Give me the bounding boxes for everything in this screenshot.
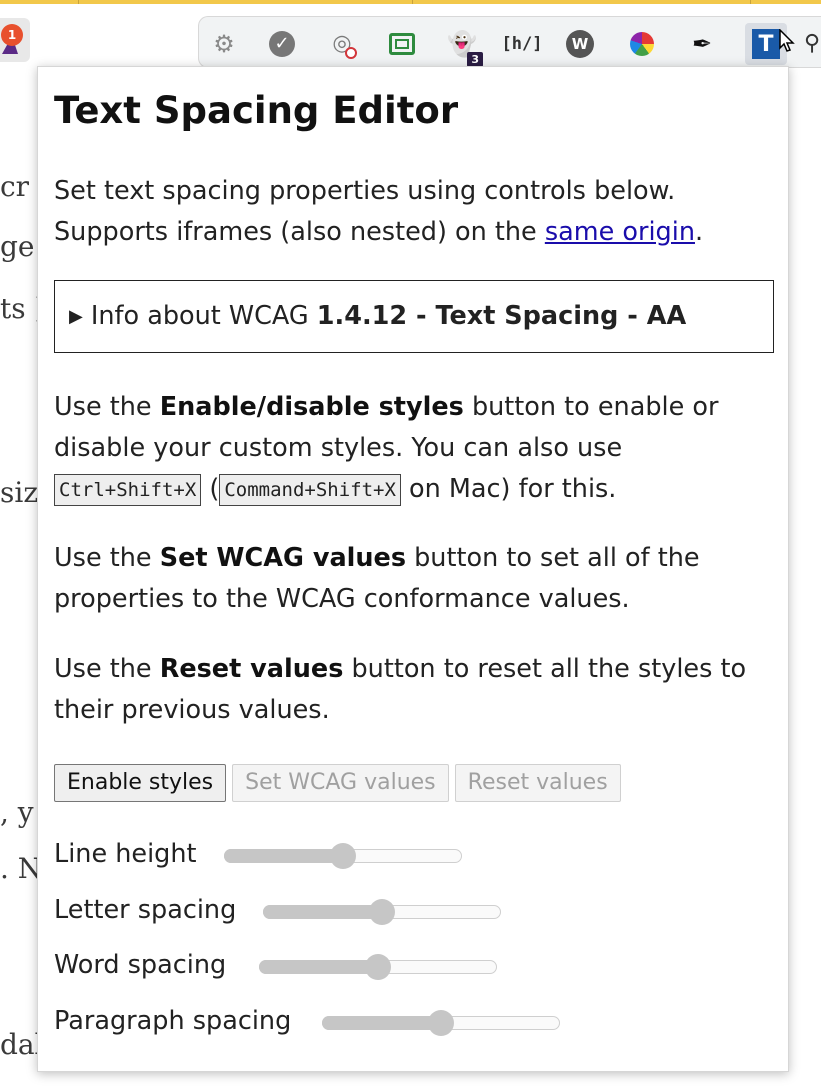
background-text: . N xyxy=(0,852,43,885)
background-text: cr xyxy=(0,170,30,203)
bold-text: Set WCAG values xyxy=(159,543,407,573)
line-height-row: Line height xyxy=(54,834,462,874)
gear-icon[interactable]: ⚙ xyxy=(209,29,239,59)
hypothesis-icon[interactable]: [h/] xyxy=(502,29,543,59)
slider-thumb[interactable] xyxy=(365,954,391,980)
eyedropper-icon[interactable]: ✒ xyxy=(687,29,717,59)
frame-icon[interactable] xyxy=(387,29,417,59)
letter-spacing-slider[interactable] xyxy=(263,899,501,925)
line-height-label: Line height xyxy=(54,839,197,869)
intro-text: Set text spacing properties using contro… xyxy=(54,171,774,253)
intro-period: . xyxy=(694,217,704,247)
shortcut-key-windows: Ctrl+Shift+X xyxy=(54,474,202,506)
tab-divider xyxy=(750,0,751,4)
bold-text: Enable/disable styles xyxy=(159,392,464,422)
details-summary-bold: 1.4.12 - Text Spacing - AA xyxy=(316,301,687,331)
wcag-instructions: Use the Set WCAG values button to set al… xyxy=(54,538,774,620)
extension-button-left[interactable]: 1 xyxy=(0,18,30,62)
notification-badge: 1 xyxy=(1,24,23,46)
text: Use the xyxy=(54,543,160,573)
same-origin-link[interactable]: same origin xyxy=(545,217,695,247)
text: ( xyxy=(201,474,220,504)
reset-instructions: Use the Reset values button to reset all… xyxy=(54,649,774,731)
paragraph-spacing-slider[interactable] xyxy=(322,1010,560,1036)
word-spacing-label: Word spacing xyxy=(54,950,227,980)
set-wcag-values-button[interactable]: Set WCAG values xyxy=(232,764,449,802)
button-row: Enable styles Set WCAG values Reset values xyxy=(54,764,627,802)
ghost-count-badge: 3 xyxy=(467,52,483,67)
slider-thumb[interactable] xyxy=(369,899,395,925)
page-title: Text Spacing Editor xyxy=(54,89,459,132)
enable-instructions: Use the Enable/disable styles button to … xyxy=(54,387,774,510)
intro-line-1: Set text spacing properties using contro… xyxy=(54,176,676,206)
enable-styles-button[interactable]: Enable styles xyxy=(54,764,227,802)
color-wheel-icon[interactable] xyxy=(627,29,657,59)
browser-toolbar: 1 ⚙ ✓ ◎ 👻 3 [h/] W ✒ T ⚲ xyxy=(0,0,821,68)
fingerprint-icon[interactable]: ◎ xyxy=(327,29,357,59)
paragraph-spacing-label: Paragraph spacing xyxy=(54,1006,292,1036)
text: Use the xyxy=(54,654,160,684)
word-spacing-slider[interactable] xyxy=(259,954,497,980)
ghost-icon[interactable]: 👻 3 xyxy=(447,29,483,67)
background-text: siz xyxy=(0,476,39,509)
slider-thumb[interactable] xyxy=(428,1010,454,1036)
intro-line-2: Supports iframes (also nested) on the xyxy=(54,217,545,247)
bold-text: Reset values xyxy=(159,654,344,684)
disclosure-triangle-icon: ▶ xyxy=(69,306,83,327)
puzzle-icon[interactable]: ⚲ xyxy=(797,29,821,59)
letter-spacing-row: Letter spacing xyxy=(54,890,501,930)
tab-divider xyxy=(412,0,413,4)
details-summary-text: Info about WCAG xyxy=(90,301,317,331)
check-icon[interactable]: ✓ xyxy=(267,29,297,59)
text-spacing-editor-popup: Text Spacing Editor Set text spacing pro… xyxy=(37,66,789,1072)
text: on Mac) for this. xyxy=(400,474,617,504)
shortcut-key-mac: Command+Shift+X xyxy=(219,474,401,506)
text: Use the xyxy=(54,392,160,422)
letter-spacing-label: Letter spacing xyxy=(54,895,237,925)
reset-values-button[interactable]: Reset values xyxy=(454,764,621,802)
background-text: , y xyxy=(0,796,34,829)
line-height-slider[interactable] xyxy=(224,843,462,869)
wappalyzer-icon[interactable]: W xyxy=(565,29,595,59)
slider-thumb[interactable] xyxy=(330,843,356,869)
tab-divider xyxy=(78,0,79,4)
paragraph-spacing-row: Paragraph spacing xyxy=(54,1001,560,1041)
word-spacing-row: Word spacing xyxy=(54,945,497,985)
extensions-bar: ⚙ ✓ ◎ 👻 3 [h/] W ✒ T ⚲ xyxy=(198,16,821,68)
wcag-info-disclosure[interactable]: ▶ Info about WCAG 1.4.12 - Text Spacing -… xyxy=(54,280,774,353)
